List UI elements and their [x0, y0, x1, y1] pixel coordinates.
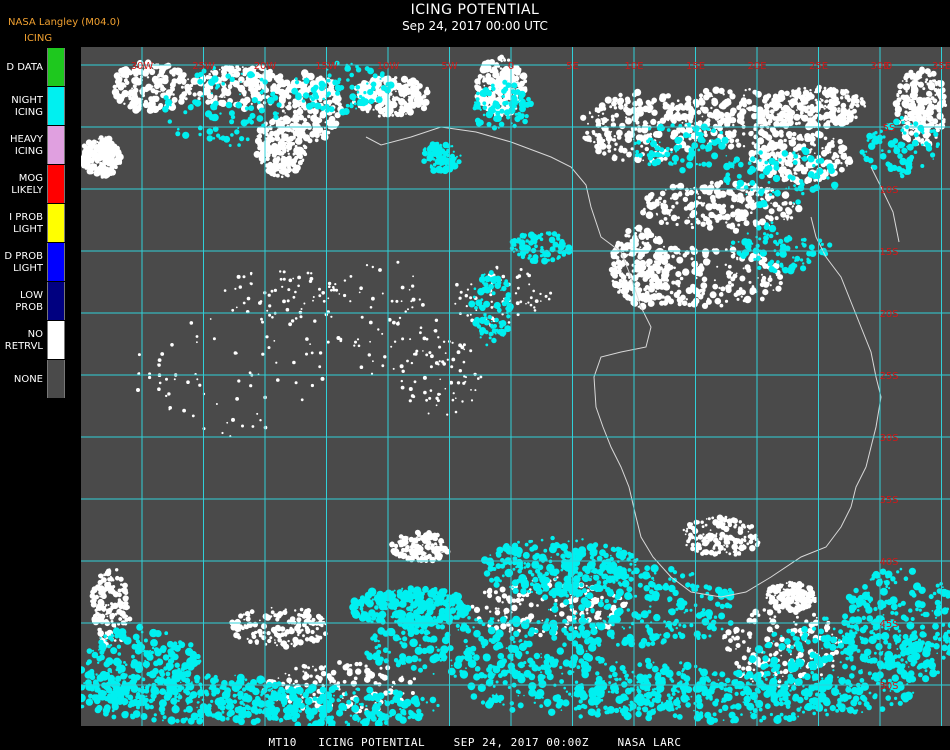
lat-label: 30S	[879, 433, 898, 444]
lon-label: 5E	[566, 61, 579, 72]
lon-label: 0	[508, 61, 514, 72]
legend-label: D PROB LIGHT	[4, 251, 43, 274]
lon-label: 15E	[686, 61, 705, 72]
legend-swatch	[47, 204, 65, 242]
legend-item: LOW PROB	[0, 282, 66, 321]
lon-label: 25E	[809, 61, 828, 72]
lon-label: 20W	[254, 61, 277, 72]
no-retrieval-areas	[79, 54, 948, 714]
lon-label: 25W	[192, 61, 215, 72]
legend-label: MOG LIKELY	[11, 173, 43, 196]
legend-swatch	[47, 165, 65, 203]
legend-label: NO RETRVL	[4, 329, 43, 352]
lat-label: 10S	[879, 185, 898, 196]
lon-label: 10W	[377, 61, 400, 72]
lon-label: 30W	[131, 61, 154, 72]
legend-item: D PROB LIGHT	[0, 243, 66, 282]
lat-label: 0	[886, 61, 892, 72]
legend-item: NO RETRVL	[0, 321, 66, 360]
lon-label: 5W	[441, 61, 457, 72]
legend-swatch	[47, 87, 65, 125]
lat-label: 5S	[883, 123, 896, 134]
lon-label: 20E	[747, 61, 766, 72]
model-credit: NASA Langley (M04.0)	[8, 17, 120, 28]
product-title: ICING POTENTIAL	[410, 2, 540, 18]
coast-west-africa	[365, 126, 867, 598]
legend-item: I PROB LIGHT	[0, 204, 66, 243]
lat-label: 45S	[879, 619, 898, 630]
night-icing-areas	[62, 60, 950, 729]
grid-labels: 30W 25W 20W 15W 10W 5W 0 5E 10E 15E 20E 25E 30E 35E05…	[131, 61, 950, 692]
lat-label: 50S	[879, 681, 898, 692]
legend-swatch	[47, 360, 65, 398]
legend-swatch	[47, 243, 65, 281]
legend-item: D DATA	[0, 48, 66, 87]
legend-swatch	[47, 282, 65, 320]
legend-label: D DATA	[6, 62, 43, 73]
legend-item: MOG LIKELY	[0, 165, 66, 204]
lat-label: 20S	[879, 309, 898, 320]
lake-outline	[870, 166, 900, 243]
coastline	[365, 126, 900, 598]
legend-label: I PROB LIGHT	[9, 212, 43, 235]
footer-caption: MT10 ICING POTENTIAL SEP 24, 2017 00:00Z…	[268, 736, 682, 749]
legend-item: NIGHT ICING	[0, 87, 66, 126]
legend-item: HEAVY ICING	[0, 126, 66, 165]
map-canvas: 30W 25W 20W 15W 10W 5W 0 5E 10E 15E 20E 25E 30E 35E05…	[62, 47, 950, 729]
legend-label: NIGHT ICING	[11, 95, 43, 118]
legend-label: HEAVY ICING	[10, 134, 43, 157]
lat-label: 25S	[879, 371, 898, 382]
legend-swatch	[47, 48, 65, 86]
icing-map[interactable]: 30W 25W 20W 15W 10W 5W 0 5E 10E 15E 20E 25E 30E 35E 0 5…	[62, 47, 950, 729]
valid-time: Sep 24, 2017 00:00 UTC	[402, 19, 548, 33]
lon-label: 10E	[624, 61, 643, 72]
legend-label: LOW PROB	[15, 290, 43, 313]
lon-label: 15W	[315, 61, 338, 72]
lat-label: 40S	[879, 557, 898, 568]
legend-item: NONE	[0, 360, 66, 399]
legend-label: NONE	[13, 374, 43, 385]
legend-swatch	[47, 321, 65, 359]
lat-label: 15S	[879, 247, 898, 258]
lon-label: 35E	[932, 61, 950, 72]
lat-label: 35S	[879, 495, 898, 506]
legend-title: ICING	[24, 33, 53, 44]
legend-swatch	[47, 126, 65, 164]
